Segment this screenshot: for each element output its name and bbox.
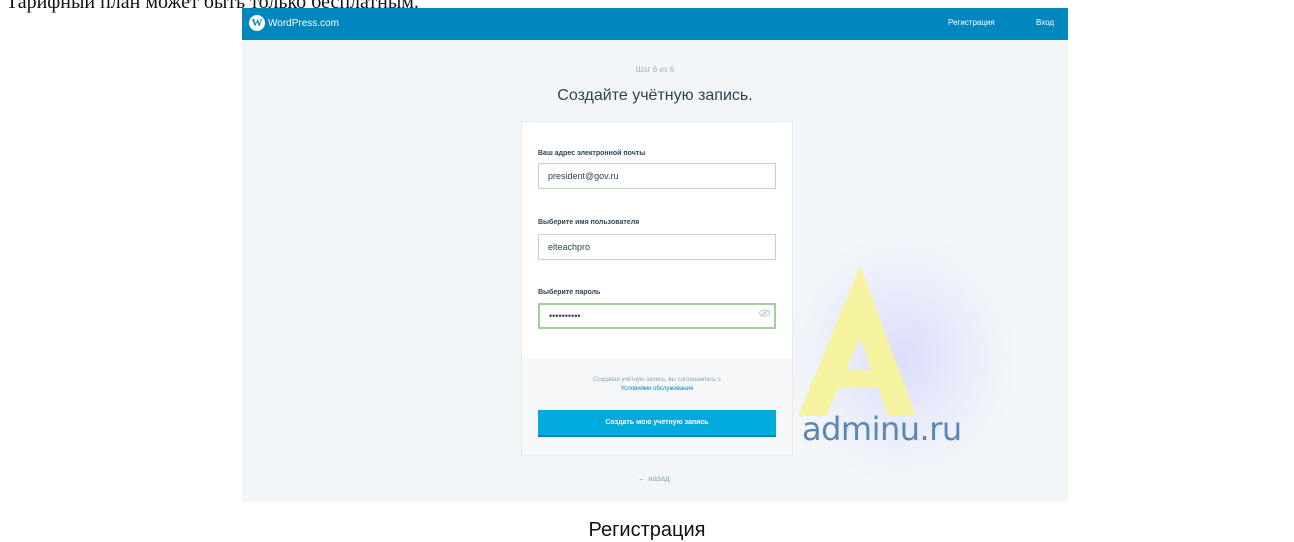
signup-form-card: Ваш адрес электронной почты Выберите имя… bbox=[522, 122, 792, 455]
username-field[interactable] bbox=[538, 234, 776, 260]
create-account-button[interactable]: Создать мою учетную запись bbox=[538, 410, 776, 437]
signup-link[interactable]: Регистрация bbox=[948, 18, 995, 27]
terms-intro: Создавая учётную запись, вы соглашаетесь… bbox=[593, 377, 721, 383]
email-field[interactable] bbox=[538, 163, 776, 189]
email-label: Ваш адрес электронной почты bbox=[538, 150, 646, 157]
masterbar: W WordPress.com Регистрация Вход bbox=[242, 8, 1068, 40]
logo-text: WordPress.com bbox=[268, 17, 339, 29]
password-label: Выберите пароль bbox=[538, 289, 601, 296]
form-footer bbox=[522, 358, 792, 455]
page-title: Создайте учётную запись. bbox=[557, 87, 753, 104]
signup-screen: W WordPress.com Регистрация Вход Шаг 6 и… bbox=[242, 8, 1068, 502]
password-field[interactable] bbox=[538, 303, 776, 329]
figure-caption: Регистрация bbox=[588, 519, 706, 541]
username-label: Выберите имя пользователя bbox=[538, 219, 640, 226]
login-link[interactable]: Вход bbox=[1036, 18, 1054, 27]
wordpress-logo[interactable]: W WordPress.com bbox=[249, 15, 339, 31]
back-link[interactable]: ← назад bbox=[638, 474, 670, 483]
terms-link[interactable]: Условиями обслуживания bbox=[621, 386, 693, 392]
eye-off-icon[interactable] bbox=[759, 309, 770, 319]
step-indicator: Шаг 6 из 6 bbox=[635, 65, 675, 74]
terms-text: Создавая учётную запись, вы соглашаетесь… bbox=[562, 376, 752, 394]
watermark-text: adminu.ru bbox=[802, 410, 962, 448]
watermark-logo bbox=[798, 266, 916, 416]
wordpress-icon: W bbox=[249, 15, 265, 31]
